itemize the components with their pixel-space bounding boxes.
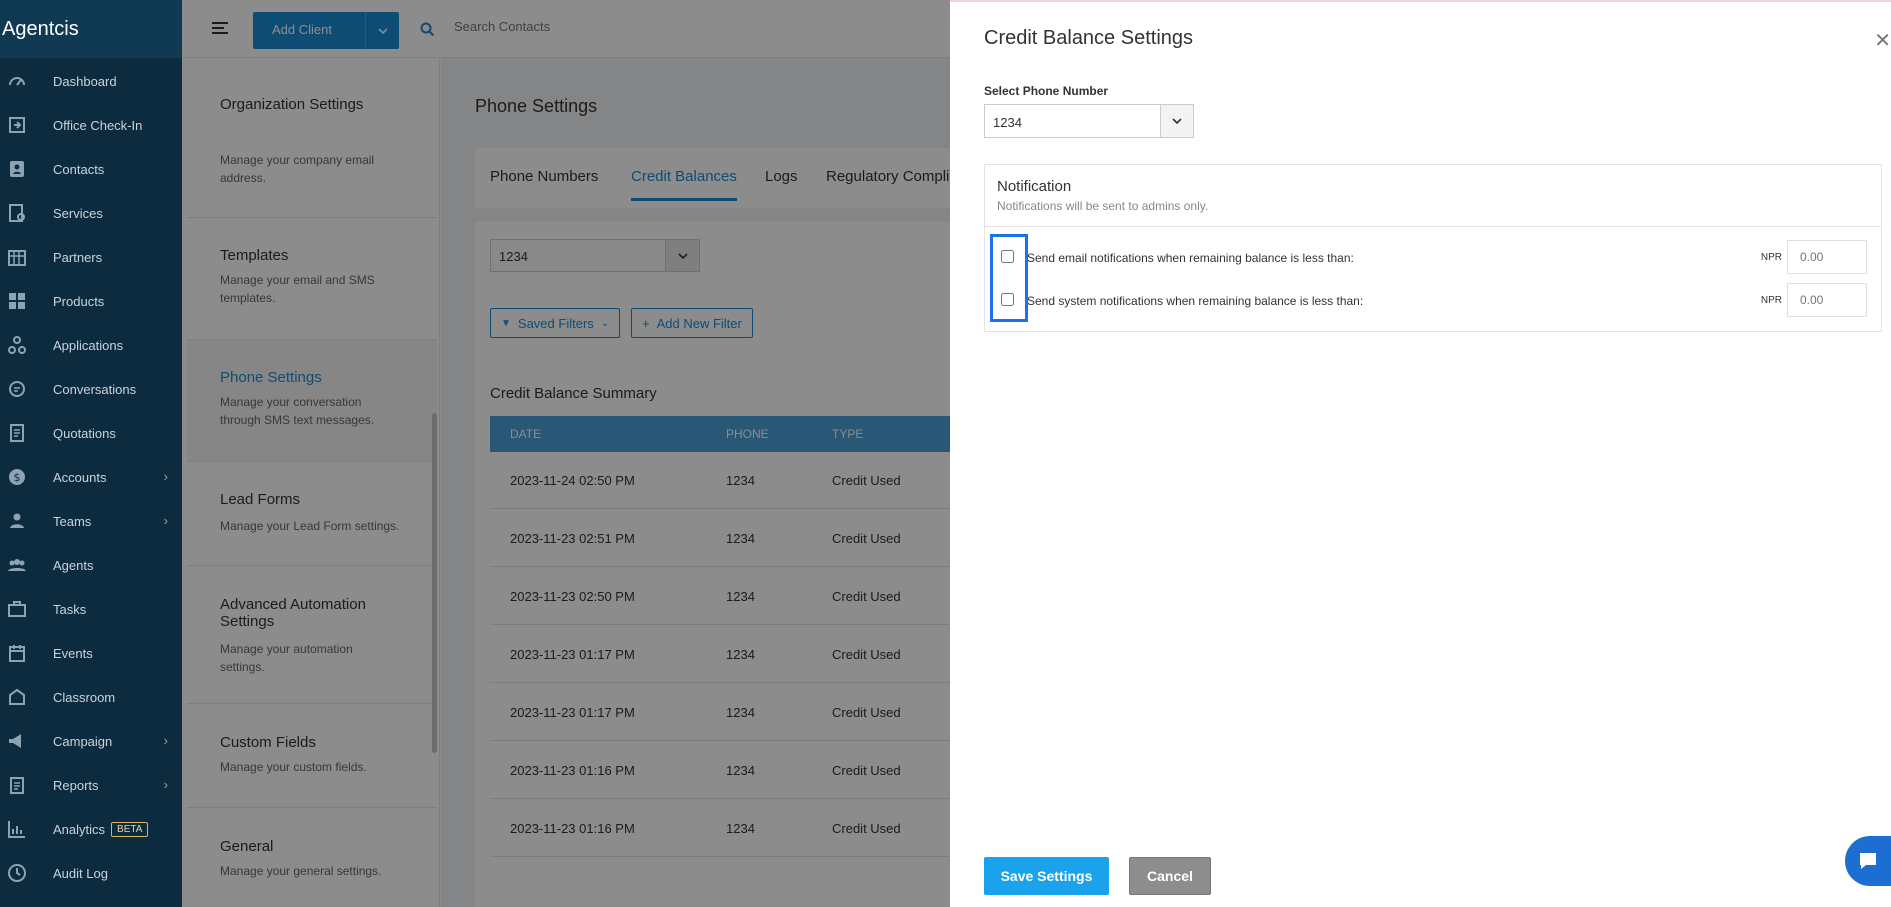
partners-icon: [6, 247, 28, 267]
beta-badge: BETA: [111, 821, 149, 837]
notification-header: Notification Notifications will be sent …: [985, 165, 1881, 227]
contacts-icon: [6, 159, 28, 179]
sidebar-item-label: Conversations: [53, 381, 137, 397]
sidebar-item-label: Tasks: [53, 601, 87, 617]
teams-icon: [6, 511, 28, 531]
sidebar-item-label: Agents: [53, 557, 94, 573]
sidebar-item-label: Teams: [53, 513, 92, 529]
sidebar-item-label: Classroom: [53, 689, 116, 705]
system-notification-row: Send system notifications when remaining…: [985, 282, 1881, 320]
sidebar-item-label: Quotations: [53, 425, 116, 441]
sidebar-item-teams[interactable]: Teams ›: [0, 506, 182, 536]
services-icon: [6, 203, 28, 223]
chat-icon[interactable]: [1845, 836, 1891, 886]
sidebar-item-label: Reports: [53, 777, 99, 793]
drawer-title: Credit Balance Settings: [984, 27, 1194, 49]
sidebar-item-analytics[interactable]: Analytics BETA: [0, 814, 182, 844]
sidebar: Agentcis Dashboard Office Check-In Conta…: [0, 0, 182, 907]
check-in-icon: [6, 115, 28, 135]
chevron-right-icon: ›: [163, 777, 168, 792]
sidebar-item-label: Audit Log: [53, 865, 108, 881]
chevron-down-icon[interactable]: [1160, 105, 1193, 137]
sidebar-item-audit-log[interactable]: Audit Log: [0, 858, 182, 888]
brand-logo[interactable]: Agentcis: [0, 0, 182, 58]
select-phone-value: 1234: [993, 115, 1022, 130]
notification-card: Notification Notifications will be sent …: [984, 164, 1882, 332]
chevron-right-icon: ›: [163, 733, 168, 748]
sidebar-item-label: Office Check-In: [53, 117, 143, 133]
events-icon: [6, 643, 28, 663]
sidebar-item-classroom[interactable]: Classroom: [0, 682, 182, 712]
quotations-icon: [6, 423, 28, 443]
sidebar-item-quotations[interactable]: Quotations: [0, 418, 182, 448]
conversations-icon: [6, 379, 28, 399]
chevron-right-icon: ›: [163, 469, 168, 484]
agents-icon: [6, 555, 28, 575]
sidebar-item-label: Contacts: [53, 161, 105, 177]
classroom-icon: [6, 687, 28, 707]
campaign-icon: [6, 731, 28, 751]
sidebar-item-label: Accounts: [53, 469, 107, 485]
credit-balance-settings-drawer: Credit Balance Settings ✕ Select Phone N…: [950, 0, 1891, 907]
sidebar-item-conversations[interactable]: Conversations: [0, 374, 182, 404]
audit-log-icon: [6, 863, 28, 883]
sidebar-item-label: Applications: [53, 337, 124, 353]
sidebar-item-label: Products: [53, 293, 105, 309]
sidebar-item-label: Dashboard: [53, 73, 117, 89]
notification-title: Notification: [997, 178, 1072, 195]
svg-text:$: $: [14, 471, 21, 484]
close-icon[interactable]: ✕: [1874, 28, 1891, 53]
sidebar-item-reports[interactable]: Reports ›: [0, 770, 182, 800]
email-notification-label: Send email notifications when remaining …: [1027, 251, 1354, 265]
sidebar-item-contacts[interactable]: Contacts: [0, 154, 182, 184]
email-threshold-input[interactable]: [1787, 240, 1867, 274]
system-threshold-input[interactable]: [1787, 283, 1867, 317]
reports-icon: [6, 775, 28, 795]
sidebar-item-events[interactable]: Events: [0, 638, 182, 668]
applications-icon: [6, 335, 28, 355]
sidebar-item-partners[interactable]: Partners: [0, 242, 182, 272]
sidebar-item-agents[interactable]: Agents: [0, 550, 182, 580]
sidebar-item-label: Services: [53, 205, 103, 221]
email-notification-row: Send email notifications when remaining …: [985, 239, 1881, 277]
sidebar-item-services[interactable]: Services: [0, 198, 182, 228]
currency-label: NPR: [1760, 252, 1782, 263]
analytics-icon: [6, 819, 28, 839]
highlight-box: [990, 234, 1028, 322]
sidebar-item-tasks[interactable]: Tasks: [0, 594, 182, 624]
tasks-icon: [6, 599, 28, 619]
products-icon: [6, 291, 28, 311]
cancel-button[interactable]: Cancel: [1129, 857, 1211, 895]
sidebar-item-label: Campaign: [53, 733, 113, 749]
sidebar-item-applications[interactable]: Applications: [0, 330, 182, 360]
select-phone-number[interactable]: 1234: [984, 104, 1194, 138]
select-phone-label: Select Phone Number: [984, 84, 1109, 98]
save-settings-button[interactable]: Save Settings: [984, 857, 1109, 895]
accounts-icon: $: [6, 467, 28, 487]
sidebar-item-label: Events: [53, 645, 93, 661]
modal-backdrop[interactable]: [182, 0, 950, 907]
sidebar-item-label: Partners: [53, 249, 103, 265]
sidebar-item-dashboard[interactable]: Dashboard: [0, 66, 182, 96]
sidebar-item-office-check-in[interactable]: Office Check-In: [0, 110, 182, 140]
currency-label: NPR: [1760, 295, 1782, 306]
sidebar-item-accounts[interactable]: $ Accounts ›: [0, 462, 182, 492]
sidebar-item-campaign[interactable]: Campaign ›: [0, 726, 182, 756]
chevron-right-icon: ›: [163, 513, 168, 528]
sidebar-item-products[interactable]: Products: [0, 286, 182, 316]
notification-subtitle: Notifications will be sent to admins onl…: [997, 199, 1209, 213]
dashboard-icon: [6, 71, 28, 91]
system-notification-label: Send system notifications when remaining…: [1027, 294, 1364, 308]
sidebar-item-label: Analytics: [53, 821, 106, 837]
